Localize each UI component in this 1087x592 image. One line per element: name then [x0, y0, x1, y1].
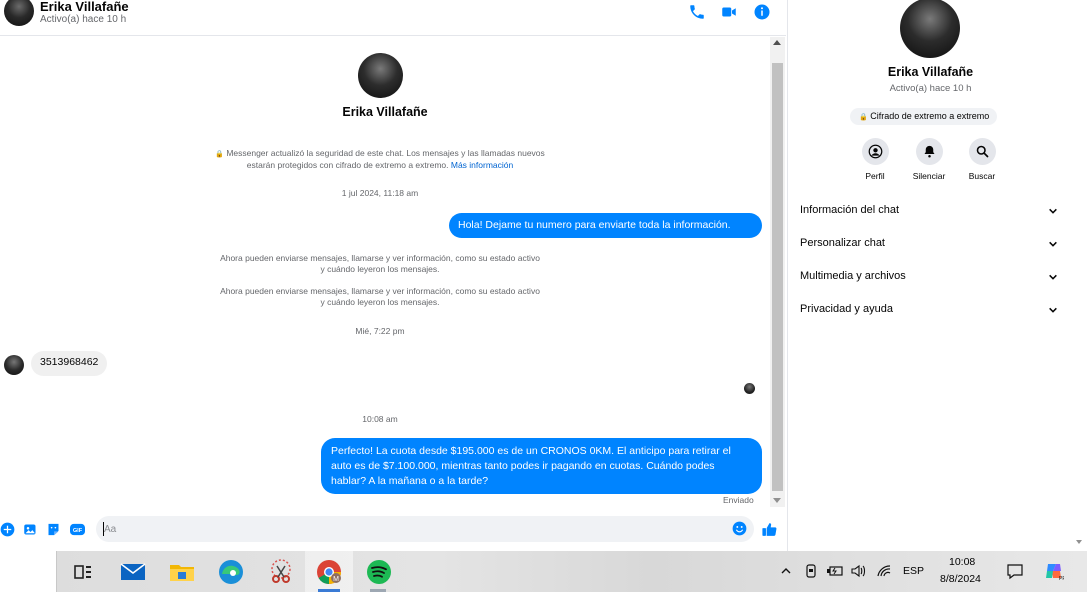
plus-icon[interactable] [0, 522, 15, 537]
clock-date[interactable]: 8/8/2024 [940, 573, 981, 585]
search-label: Buscar [968, 171, 996, 181]
timestamp: 10:08 am [362, 414, 398, 424]
conversation-info-panel: Erika Villafañe Activo(a) hace 10 h 🔒 Ci… [787, 0, 1072, 551]
wifi-icon[interactable] [876, 564, 892, 578]
section-customize-chat[interactable]: Personalizar chat [800, 237, 1062, 257]
info-icon[interactable] [753, 3, 771, 21]
mail-icon[interactable] [118, 557, 148, 587]
panel-contact-status: Activo(a) hace 10 h [889, 83, 972, 94]
profile-label: Perfil [865, 171, 885, 181]
chat-header: Erika Villafañe Activo(a) hace 10 h [0, 0, 786, 36]
scroll-thumb[interactable] [772, 63, 783, 491]
chrome-icon[interactable]: M [314, 557, 344, 587]
lock-icon: 🔒 [215, 151, 224, 158]
contact-name[interactable]: Erika Villafañe [40, 0, 129, 14]
encryption-badge[interactable]: 🔒 Cifrado de extremo a extremo [850, 108, 998, 125]
copilot-icon[interactable]: PRE [1044, 561, 1064, 581]
profile-icon[interactable] [861, 138, 889, 165]
mute-action[interactable]: Silenciar [899, 138, 959, 181]
contact-avatar[interactable] [4, 0, 34, 26]
encryption-badge-text: Cifrado de extremo a extremo [870, 111, 990, 121]
language-indicator[interactable]: ESP [903, 565, 924, 577]
windows-taskbar: M ESP 10:08 8/8/2024 PRE [0, 551, 1087, 592]
thread-contact-name: Erika Villafañe [342, 105, 428, 119]
scroll-up-arrow[interactable] [773, 40, 781, 45]
emoji-icon[interactable] [732, 521, 747, 536]
messenger-app: Erika Villafañe Activo(a) hace 10 h Erik… [0, 0, 1087, 551]
read-receipt-avatar [744, 383, 755, 394]
panel-contact-name: Erika Villafañe [887, 65, 974, 79]
panel-scrollbar[interactable] [1072, 0, 1087, 551]
phone-icon[interactable] [688, 3, 706, 21]
more-info-link[interactable]: Más información [451, 160, 513, 170]
clock-time[interactable]: 10:08 [949, 556, 975, 568]
snipping-tool-icon[interactable] [266, 557, 296, 587]
notifications-icon[interactable] [1006, 563, 1024, 580]
file-explorer-icon[interactable] [167, 557, 197, 587]
scroll-down-arrow[interactable] [1076, 540, 1082, 544]
sender-avatar[interactable] [4, 355, 24, 375]
timestamp: 1 jul 2024, 11:18 am [341, 188, 419, 198]
spotify-icon[interactable] [364, 557, 394, 587]
section-chat-info[interactable]: Información del chat [800, 204, 1062, 224]
task-view-icon[interactable] [68, 557, 98, 587]
text-caret [103, 522, 104, 536]
section-label: Privacidad y ayuda [800, 303, 893, 315]
svg-text:M: M [333, 576, 339, 583]
chevron-down-icon [1049, 241, 1057, 247]
edge-icon[interactable] [216, 557, 246, 587]
section-media-files[interactable]: Multimedia y archivos [800, 270, 1062, 290]
scroll-down-arrow[interactable] [773, 498, 781, 503]
chat-scrollbar[interactable] [770, 37, 785, 507]
mute-label: Silenciar [912, 171, 946, 181]
system-message: Ahora pueden enviarse mensajes, llamarse… [220, 253, 540, 274]
video-icon[interactable] [720, 3, 738, 21]
security-notice: 🔒 Messenger actualizó la seguridad de es… [205, 148, 555, 171]
chevron-up-icon[interactable] [780, 565, 792, 577]
search-action[interactable]: Buscar [952, 138, 1012, 181]
contact-status: Activo(a) hace 10 h [40, 14, 127, 25]
message-input-wrapper[interactable] [96, 516, 754, 542]
search-icon[interactable] [968, 138, 996, 165]
delivery-status: Enviado [723, 495, 754, 505]
svg-text:PRE: PRE [1059, 576, 1064, 581]
chevron-down-icon [1049, 208, 1057, 214]
panel-contact-avatar[interactable] [900, 0, 960, 58]
profile-action[interactable]: Perfil [845, 138, 905, 181]
sticker-icon[interactable] [46, 522, 61, 537]
chevron-down-icon [1049, 307, 1057, 313]
timestamp: Mié, 7:22 pm [355, 326, 405, 336]
like-icon[interactable] [761, 521, 778, 538]
chevron-down-icon [1049, 274, 1057, 280]
volume-icon[interactable] [850, 564, 866, 578]
lock-icon: 🔒 [859, 114, 868, 121]
message-composer: GIF [0, 515, 786, 545]
outgoing-message[interactable]: Perfecto! La cuota desde $195.000 es de … [321, 438, 762, 494]
bell-icon[interactable] [915, 138, 943, 165]
message-thread: Erika Villafañe 🔒 Messenger actualizó la… [0, 37, 770, 512]
outgoing-message[interactable]: Hola! Dejame tu numero para enviarte tod… [449, 213, 762, 238]
section-label: Información del chat [800, 204, 900, 216]
image-icon[interactable] [23, 522, 38, 537]
section-privacy-support[interactable]: Privacidad y ayuda [800, 303, 1062, 323]
svg-text:GIF: GIF [73, 528, 83, 534]
system-message: Ahora pueden enviarse mensajes, llamarse… [220, 286, 540, 307]
message-input[interactable] [104, 520, 724, 538]
taskbar-search[interactable] [0, 551, 57, 592]
battery-icon[interactable] [826, 564, 844, 578]
gif-icon[interactable]: GIF [69, 522, 86, 537]
thread-contact-avatar[interactable] [358, 53, 403, 98]
meet-now-icon[interactable] [804, 563, 818, 579]
incoming-message[interactable]: 3513968462 [31, 351, 108, 376]
section-label: Personalizar chat [800, 237, 885, 249]
section-label: Multimedia y archivos [800, 270, 906, 282]
